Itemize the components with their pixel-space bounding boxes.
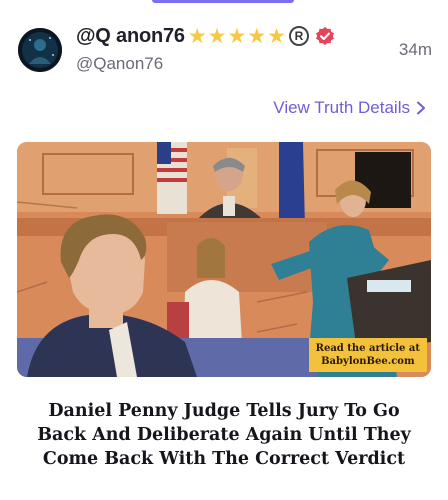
article-card[interactable]: Read the article at BabylonBee.com	[17, 142, 431, 377]
headline-line-1: Daniel Penny Judge Tells Jury To Go	[48, 401, 400, 421]
star-icon: ★	[187, 24, 207, 48]
verified-badge-icon	[315, 27, 334, 45]
headline-line-2: Back And Deliberate Again Until They	[37, 425, 411, 445]
headline-line-3: Come Back With The Correct Verdict	[42, 449, 406, 469]
avatar-image	[18, 28, 62, 72]
post-header: @Q anon76 ★ ★ ★ ★ ★ R @Qanon76 34m	[0, 18, 448, 78]
top-tab-indicator	[152, 0, 294, 3]
registered-icon: R	[288, 26, 309, 46]
avatar[interactable]	[18, 28, 62, 72]
article-headline[interactable]: Daniel Penny Judge Tells Jury To Go Back…	[18, 399, 430, 471]
star-icon: ★	[207, 24, 227, 48]
view-truth-details-link[interactable]: View Truth Details	[273, 98, 426, 118]
user-handle[interactable]: @Qanon76	[76, 54, 335, 74]
promo-line-2: BabylonBee.com	[321, 356, 415, 367]
post-timestamp: 34m	[398, 40, 432, 59]
display-name[interactable]: @Q anon76	[76, 25, 185, 48]
display-name-row: @Q anon76 ★ ★ ★ ★ ★ R	[76, 22, 335, 50]
author-info: @Q anon76 ★ ★ ★ ★ ★ R @Qanon76	[76, 22, 335, 74]
star-icon: ★	[247, 24, 267, 48]
star-icon: ★	[267, 24, 286, 48]
promo-line-1: Read the article at	[315, 343, 420, 354]
view-truth-details-label: View Truth Details	[273, 98, 410, 117]
chevron-right-icon	[417, 101, 425, 115]
promo-badge[interactable]: Read the article at BabylonBee.com	[308, 338, 427, 372]
rating-stars: ★ ★ ★ ★ ★	[188, 26, 287, 47]
star-icon: ★	[227, 24, 247, 48]
